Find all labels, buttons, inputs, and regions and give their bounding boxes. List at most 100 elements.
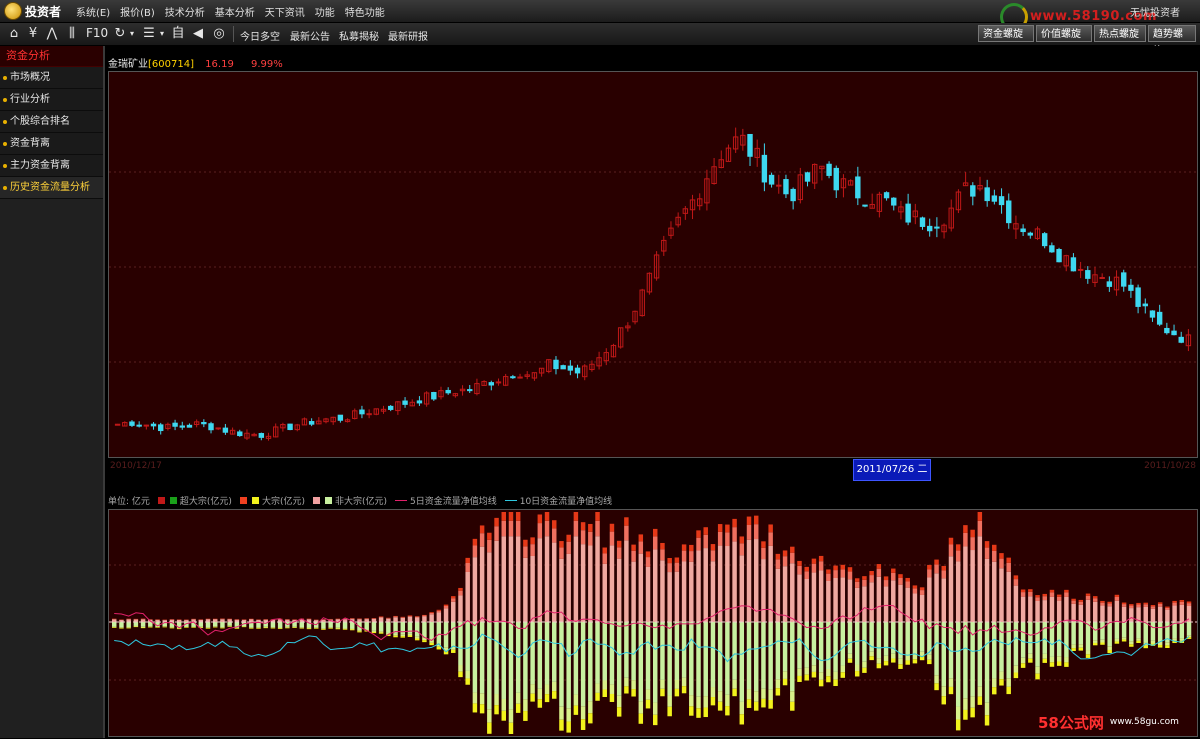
flow-bar-in-small: [1172, 606, 1176, 622]
tab-trend-spiral[interactable]: 趋势螺旋: [1148, 25, 1196, 42]
yen-icon[interactable]: ¥: [25, 26, 41, 42]
flow-bar-out-small: [1028, 622, 1032, 654]
flow-bar-out-large: [1028, 654, 1032, 659]
sidebar-item-market-overview[interactable]: 市场概况: [0, 67, 103, 89]
flow-bar-in-super: [963, 525, 967, 533]
sidebar-item-fund-divergence[interactable]: 资金背离: [0, 133, 103, 155]
flow-bar-out-small: [841, 622, 845, 666]
flow-bar-in-super: [1107, 602, 1111, 604]
link-private-fund[interactable]: 私募揭秘: [339, 28, 379, 43]
flow-bar-out-super: [278, 628, 282, 629]
menu-technical[interactable]: 技术分析: [165, 4, 205, 19]
kline-icon[interactable]: ⫼: [64, 26, 80, 42]
flow-bar-in-super: [444, 605, 448, 606]
line-chart-icon[interactable]: ⋀: [44, 26, 60, 42]
flow-bar-out-large: [877, 658, 881, 664]
flow-bar-out-super: [235, 628, 239, 629]
speaker-icon[interactable]: ◀: [190, 26, 206, 42]
flow-bar-in-small: [1043, 600, 1047, 622]
menu-news[interactable]: 天下资讯: [265, 4, 305, 19]
flow-bar-out-small: [206, 622, 210, 627]
flow-bar-out-small: [884, 622, 888, 656]
flow-bar-in-small: [963, 546, 967, 622]
flow-bar-out-large: [624, 678, 628, 687]
link-latest-research[interactable]: 最新研报: [388, 28, 428, 43]
menu-fundamental[interactable]: 基本分析: [215, 4, 255, 19]
flow-bar-out-small: [566, 622, 570, 708]
flow-bar-out-small: [595, 622, 599, 683]
chevron-down-icon[interactable]: ▾: [124, 26, 140, 42]
candle-body: [748, 134, 752, 156]
flow-bar-out-super: [465, 678, 469, 684]
flow-bar-out-super: [639, 714, 643, 724]
flow-bar-in-small: [703, 548, 707, 622]
flow-bar-out-super: [429, 643, 433, 645]
flow-bar-out-small: [328, 622, 332, 627]
flow-bar-in-super: [1086, 594, 1090, 596]
home-icon[interactable]: ⌂: [6, 26, 22, 42]
flow-bar-in-super: [595, 512, 599, 521]
f10-button[interactable]: F10: [86, 26, 108, 40]
sidebar-item-industry[interactable]: 行业分析: [0, 89, 103, 111]
flow-bar-out-super: [148, 627, 152, 628]
flow-bar-in-large: [1172, 603, 1176, 606]
link-latest-notice[interactable]: 最新公告: [290, 28, 330, 43]
flow-bar-in-small: [516, 536, 520, 622]
flow-bar-out-large: [819, 672, 823, 680]
flow-bar-in-large: [372, 618, 376, 619]
flow-bar-out-super: [473, 703, 477, 712]
legend-nonlarge: 非大宗(亿元): [335, 494, 387, 507]
flow-bar-out-super: [516, 704, 520, 713]
flow-bar-in-small: [429, 614, 433, 622]
flow-bar-out-large: [581, 706, 585, 719]
flow-bar-out-small: [1107, 622, 1111, 646]
flow-bar-out-super: [985, 715, 989, 725]
link-today-bullbear[interactable]: 今日多空: [240, 28, 280, 43]
flow-bar-in-super: [768, 524, 772, 532]
sidebar-item-history-flow[interactable]: 历史资金流量分析: [0, 177, 103, 199]
legend-unit: 单位: 亿元: [108, 494, 150, 507]
flow-bar-out-small: [703, 622, 707, 696]
tab-fund-spiral[interactable]: 资金螺旋 ▾: [978, 25, 1034, 42]
menu-function[interactable]: 功能: [315, 4, 335, 19]
flow-bar-in-large: [429, 613, 433, 614]
flow-bar-out-large: [1115, 639, 1119, 642]
flow-bar-out-small: [213, 622, 217, 626]
menu-system[interactable]: 系统(E): [76, 4, 110, 19]
flow-bar-in-large: [819, 561, 823, 570]
flow-bar-in-large: [1151, 606, 1155, 608]
candle-body: [468, 390, 472, 391]
candle-body: [1143, 304, 1147, 306]
flow-bar-out-large: [905, 655, 909, 660]
fund-flow-chart[interactable]: [108, 509, 1198, 737]
candle-body: [554, 360, 558, 368]
flow-bar-out-super: [624, 686, 628, 693]
target-icon[interactable]: ◎: [211, 26, 227, 42]
sidebar-item-main-fund-divergence[interactable]: 主力资金背离: [0, 155, 103, 177]
flow-bar-in-small: [473, 557, 477, 622]
kline-chart[interactable]: [108, 71, 1198, 458]
flow-bar-in-super: [891, 569, 895, 573]
flow-bar-in-super: [516, 512, 520, 521]
flow-bar-out-super: [1086, 654, 1090, 658]
candle-body: [115, 424, 119, 425]
flow-bar-out-large: [588, 701, 592, 713]
sidebar-item-stock-ranking[interactable]: 个股综合排名: [0, 111, 103, 133]
flow-bar-out-large: [963, 698, 967, 710]
flow-bar-in-super: [761, 541, 765, 547]
tab-hot-spiral[interactable]: 热点螺旋: [1094, 25, 1146, 42]
self-select-button[interactable]: 自: [170, 26, 186, 42]
flow-bar-out-small: [1021, 622, 1025, 658]
menu-quote[interactable]: 报价(B): [120, 4, 155, 19]
flow-bar-in-large: [1006, 563, 1010, 572]
chevron-down-icon[interactable]: ▾: [154, 26, 170, 42]
flow-bar-in-super: [487, 533, 491, 540]
candle-body: [238, 432, 242, 436]
flow-svg: [109, 510, 1197, 736]
tab-value-spiral[interactable]: 价值螺旋 ▾: [1036, 25, 1092, 42]
flow-bar-in-small: [1115, 601, 1119, 622]
menu-special[interactable]: 特色功能: [345, 4, 385, 19]
flow-bar-out-super: [213, 627, 217, 628]
flow-bar-out-super: [538, 699, 542, 708]
sidebar-title: 资金分析: [0, 46, 103, 67]
